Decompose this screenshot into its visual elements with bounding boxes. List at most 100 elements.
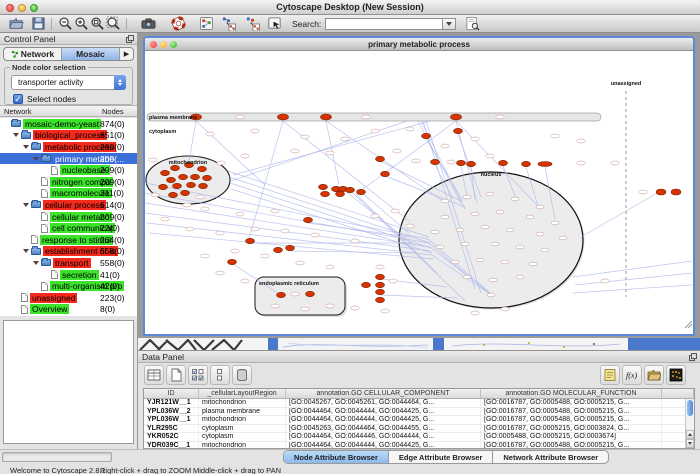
snapshot-icon[interactable] xyxy=(140,16,156,32)
graph-node[interactable] xyxy=(511,197,519,201)
graph-node[interactable] xyxy=(463,275,471,279)
graph-node-selected[interactable] xyxy=(457,160,466,165)
graph-node-selected[interactable] xyxy=(169,192,178,197)
graph-node[interactable] xyxy=(236,115,244,119)
attribute-matrix-icon[interactable] xyxy=(666,365,686,385)
graph-node-selected[interactable] xyxy=(199,183,208,188)
graph-node-selected[interactable] xyxy=(321,191,330,196)
tab-network-attribute-browser[interactable]: Network Attribute Browser xyxy=(493,451,608,463)
tree-row[interactable]: biological_process651(0) xyxy=(0,130,137,142)
graph-node[interactable] xyxy=(577,139,585,143)
graph-node[interactable] xyxy=(471,212,479,216)
graph-node-selected[interactable] xyxy=(304,217,313,222)
graph-node[interactable] xyxy=(241,154,249,158)
graph-node-selected[interactable] xyxy=(203,175,212,180)
graph-node[interactable] xyxy=(391,209,399,213)
expand-arrow-icon[interactable] xyxy=(23,249,29,253)
tree-row[interactable]: secretion41(0) xyxy=(0,269,137,281)
notes-icon[interactable] xyxy=(600,365,620,385)
graph-edge[interactable] xyxy=(249,121,283,239)
graph-node-selected[interactable] xyxy=(671,189,681,195)
tree-row[interactable]: Overview8(0) xyxy=(0,304,137,316)
graph-node[interactable] xyxy=(601,279,609,283)
graph-node-selected[interactable] xyxy=(159,184,168,189)
graph-node[interactable] xyxy=(301,135,309,139)
graph-node[interactable] xyxy=(577,161,585,165)
tree-row[interactable]: cellular metabo209(0) xyxy=(0,211,137,223)
graph-node[interactable] xyxy=(529,262,537,266)
tab-network[interactable]: Network xyxy=(4,48,62,60)
search-input[interactable] xyxy=(325,18,443,30)
attribute-table-icon[interactable] xyxy=(144,365,164,385)
graph-node-selected[interactable] xyxy=(346,187,355,192)
graph-node[interactable] xyxy=(501,307,509,311)
tree-row[interactable]: macromolecule311(0) xyxy=(0,188,137,200)
graph-node-selected[interactable] xyxy=(362,282,371,287)
graph-node[interactable] xyxy=(486,192,494,196)
graph-node-selected[interactable] xyxy=(376,297,385,302)
graph-node[interactable] xyxy=(461,242,469,246)
graph-node-selected[interactable] xyxy=(376,282,385,287)
graph-node[interactable] xyxy=(639,190,647,194)
delete-attribute-icon[interactable] xyxy=(232,365,252,385)
graph-node[interactable] xyxy=(183,203,191,207)
graph-node[interactable] xyxy=(611,161,619,165)
graph-node-selected[interactable] xyxy=(181,190,190,195)
graph-node[interactable] xyxy=(196,195,204,199)
create-network-from-selected-nodes-all-edges-icon[interactable] xyxy=(220,16,236,32)
graph-node[interactable] xyxy=(516,275,524,279)
search-settings-icon[interactable] xyxy=(464,16,480,32)
graph-node-selected[interactable] xyxy=(656,189,666,195)
expand-arrow-icon[interactable] xyxy=(23,203,29,207)
tab-node-attribute-browser[interactable]: Node Attribute Browser xyxy=(284,451,389,463)
graph-node-selected[interactable] xyxy=(422,133,431,138)
graph-node-selected[interactable] xyxy=(467,161,476,166)
graph-node[interactable] xyxy=(186,227,194,231)
graph-node-selected[interactable] xyxy=(179,174,188,179)
graph-node[interactable] xyxy=(151,193,159,197)
graph-node[interactable] xyxy=(551,221,559,225)
resize-grip-icon[interactable] xyxy=(684,315,692,333)
graph-node[interactable] xyxy=(251,129,259,133)
graph-node[interactable] xyxy=(311,233,319,237)
graph-node[interactable] xyxy=(436,245,444,249)
graph-node-selected[interactable] xyxy=(336,191,345,196)
tree-row[interactable]: transport558(0) xyxy=(0,257,137,269)
tree-row[interactable]: primary metabo209(... xyxy=(0,153,137,165)
graph-node-selected[interactable] xyxy=(321,114,332,120)
tree-row[interactable]: multi-organism pro42(0) xyxy=(0,280,137,292)
graph-node[interactable] xyxy=(496,210,504,214)
graph-edge[interactable] xyxy=(145,193,429,243)
select-nodes-checkbox[interactable]: ✓ xyxy=(13,94,23,104)
graph-node[interactable] xyxy=(362,115,370,119)
graph-node[interactable] xyxy=(261,254,269,258)
graph-node[interactable] xyxy=(231,249,239,253)
graph-node[interactable] xyxy=(501,260,509,264)
graph-node-selected[interactable] xyxy=(187,182,196,187)
graph-node[interactable] xyxy=(296,261,304,265)
tab-mosaic[interactable]: Mosaic xyxy=(62,48,120,60)
column-header[interactable]: ID xyxy=(144,389,199,398)
graph-node[interactable] xyxy=(406,224,414,228)
graph-node[interactable] xyxy=(536,232,544,236)
graph-node[interactable] xyxy=(371,214,379,218)
graph-node[interactable] xyxy=(291,292,299,296)
graph-node[interactable] xyxy=(406,127,414,131)
app-titlebar[interactable]: Cytoscape Desktop (New Session) xyxy=(0,0,700,15)
graph-node-selected[interactable] xyxy=(357,189,366,194)
dropdown-stepper-icon[interactable] xyxy=(114,75,126,90)
float-panel-icon[interactable] xyxy=(689,353,697,361)
tree-row[interactable]: cellular process614(0) xyxy=(0,199,137,211)
graph-node[interactable] xyxy=(412,159,420,163)
table-row[interactable]: YKR052Ccytoplasm[GO:0044464, GO:0044446,… xyxy=(144,433,694,442)
graph-node-selected[interactable] xyxy=(191,174,200,179)
graph-node[interactable] xyxy=(506,228,514,232)
tab-overflow-arrow[interactable]: ▶ xyxy=(120,48,133,60)
annotation-icon[interactable] xyxy=(266,16,282,32)
graph-node-selected[interactable] xyxy=(171,165,180,170)
column-header[interactable]: annotation.GO MOLECULAR_FUNCTION xyxy=(481,389,662,398)
graph-node[interactable] xyxy=(326,151,334,155)
graph-node[interactable] xyxy=(441,199,449,203)
zoom-fit-content-icon[interactable] xyxy=(89,16,105,32)
graph-node[interactable] xyxy=(526,215,534,219)
